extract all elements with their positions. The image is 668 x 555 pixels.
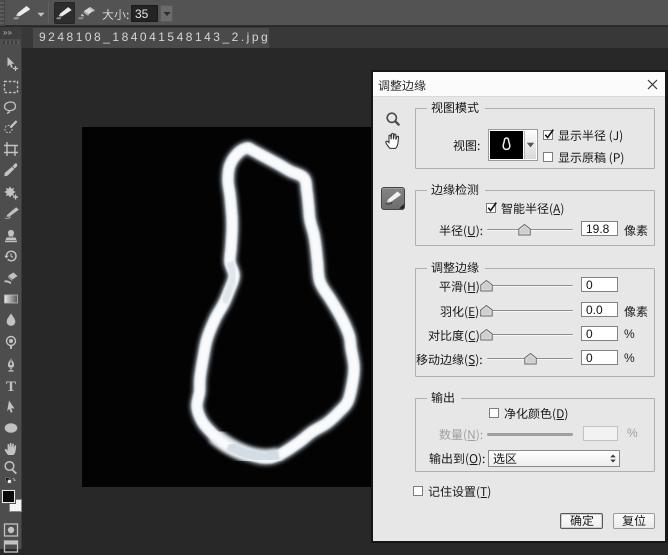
svg-text:T: T <box>6 379 16 394</box>
